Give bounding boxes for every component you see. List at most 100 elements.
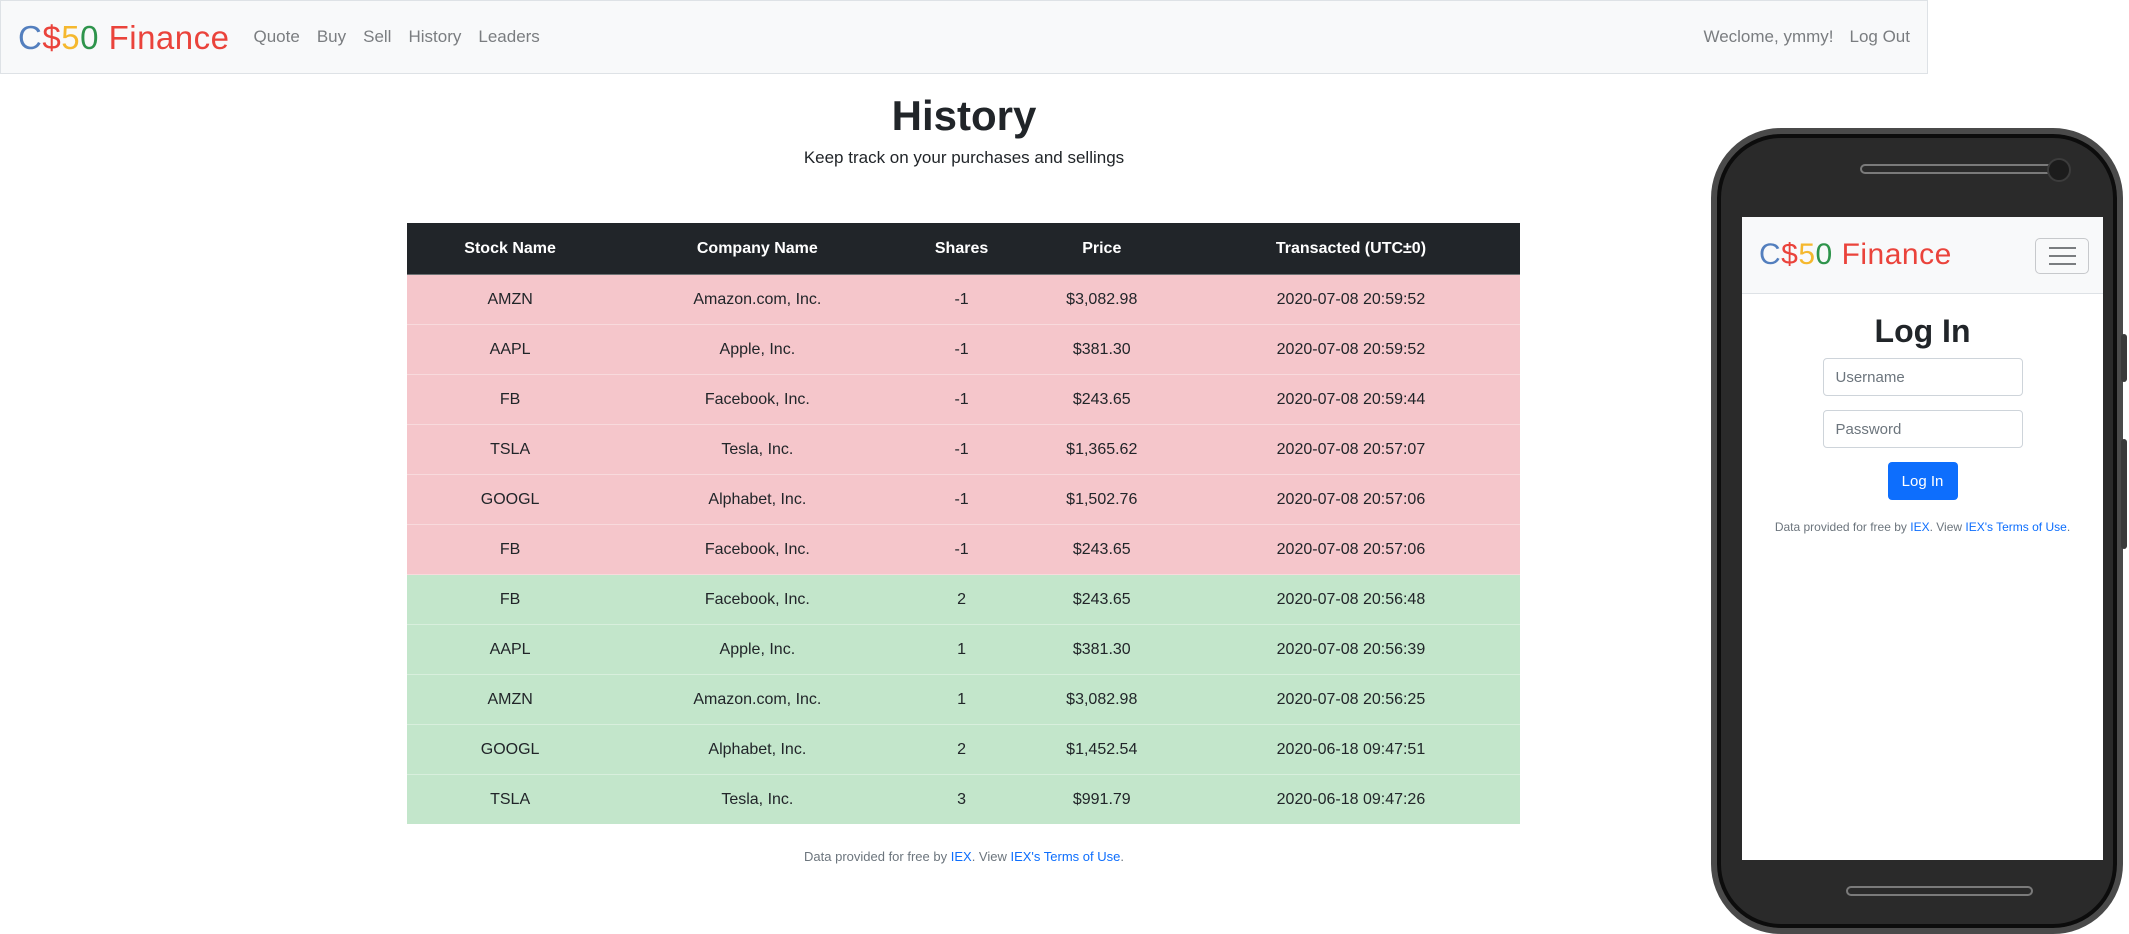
cell-transacted: 2020-07-08 20:59:44 [1181,374,1520,425]
brand-letter: $ [42,18,62,56]
attribution-prefix: Data provided for free by [804,849,951,864]
username-input[interactable] [1822,358,2023,396]
nav-links: Quote Buy Sell History Leaders [254,27,557,47]
nav-leaders[interactable]: Leaders [478,27,539,47]
phone-home-button [1846,886,2033,896]
nav-quote[interactable]: Quote [254,27,300,47]
cell-price: $243.65 [1021,524,1182,575]
cell-shares: 1 [901,624,1022,675]
header-shares: Shares [901,223,1022,275]
iex-link[interactable]: IEX [1910,520,1929,534]
cell-stock-name: FB [407,524,614,575]
cell-price: $381.30 [1021,324,1182,375]
phone-camera [2047,158,2071,182]
cell-shares: -1 [901,324,1022,375]
cell-transacted: 2020-07-08 20:57:06 [1181,474,1520,525]
page-title: History [891,92,1037,139]
table-body: AMZN Amazon.com, Inc. -1 $3,082.98 2020-07-0… [407,274,1520,824]
phone-side-button [2121,334,2127,382]
cell-stock-name: TSLA [407,424,614,475]
history-table: Stock Name Company Name Shares Price Tra… [407,223,1520,824]
password-input[interactable] [1822,410,2023,448]
brand-letter: Finance [1832,238,1952,271]
cell-price: $381.30 [1021,624,1182,675]
cell-company-name: Facebook, Inc. [613,574,902,625]
cell-stock-name: AAPL [407,624,614,675]
phone-mockup: C$50 Finance Log In Log In Data provided… [1711,128,2127,934]
table-row: FB Facebook, Inc. 2 $243.65 2020-07-08 20:56… [407,574,1520,625]
cell-stock-name: FB [407,374,614,425]
cell-stock-name: AAPL [407,324,614,375]
cell-company-name: Facebook, Inc. [613,374,902,425]
cell-transacted: 2020-07-08 20:59:52 [1181,274,1520,325]
attribution-suffix: . [1120,849,1124,864]
cell-shares: -1 [901,274,1022,325]
table-row: AMZN Amazon.com, Inc. 1 $3,082.98 2020-07-08… [407,674,1520,725]
header-price: Price [1021,223,1182,275]
header-transacted: Transacted (UTC±0) [1181,223,1520,275]
cell-transacted: 2020-07-08 20:59:52 [1181,324,1520,375]
attribution-middle: . View [1929,520,1966,534]
cell-transacted: 2020-07-08 20:57:07 [1181,424,1520,475]
login-button[interactable]: Log In [1887,462,1958,500]
cell-stock-name: GOOGL [407,724,614,775]
cell-company-name: Apple, Inc. [613,324,902,375]
cell-company-name: Alphabet, Inc. [613,724,902,775]
cell-price: $1,452.54 [1021,724,1182,775]
nav-sell[interactable]: Sell [363,27,391,47]
hamburger-line [2048,255,2076,257]
table-row: TSLA Tesla, Inc. -1 $1,365.62 2020-07-08 20:… [407,424,1520,475]
cell-stock-name: AMZN [407,674,614,725]
cell-shares: -1 [901,474,1022,525]
cell-price: $1,365.62 [1021,424,1182,475]
cell-shares: -1 [901,524,1022,575]
table-row: GOOGL Alphabet, Inc. 2 $1,452.54 2020-06-18 … [407,724,1520,775]
nav-history[interactable]: History [408,27,461,47]
nav-right: Weclome, ymmy! Log Out [1687,27,1910,47]
table-header-row: Stock Name Company Name Shares Price Tra… [407,223,1520,275]
brand-letter: 5 [1798,238,1816,271]
cell-transacted: 2020-07-08 20:56:48 [1181,574,1520,625]
mobile-brand-logo[interactable]: C$50 Finance [1759,240,1952,270]
cell-transacted: 2020-07-08 20:56:39 [1181,624,1520,675]
attribution-prefix: Data provided for free by [1774,520,1911,534]
nav-buy[interactable]: Buy [317,27,346,47]
cell-company-name: Alphabet, Inc. [613,474,902,525]
cell-company-name: Amazon.com, Inc. [613,674,902,725]
cell-shares: -1 [901,374,1022,425]
cell-transacted: 2020-07-08 20:56:25 [1181,674,1520,725]
logout-link[interactable]: Log Out [1850,27,1911,47]
cell-price: $243.65 [1021,574,1182,625]
cell-stock-name: AMZN [407,274,614,325]
cell-stock-name: GOOGL [407,474,614,525]
iex-terms-link[interactable]: IEX's Terms of Use [1965,520,2066,534]
iex-link[interactable]: IEX [951,849,972,864]
cell-price: $3,082.98 [1021,274,1182,325]
login-title: Log In [1874,313,1971,349]
cell-price: $243.65 [1021,374,1182,425]
brand-letter: 0 [80,18,99,56]
hamburger-line [2048,247,2076,249]
cell-transacted: 2020-07-08 20:57:06 [1181,524,1520,575]
mobile-data-attribution: Data provided for free by IEX. View IEX'… [1742,520,2103,534]
hamburger-menu-icon[interactable] [2035,238,2089,274]
header-stock-name: Stock Name [407,223,614,275]
brand-logo[interactable]: C$50 Finance [18,21,230,54]
attribution-suffix: . [2066,520,2071,534]
cell-price: $3,082.98 [1021,674,1182,725]
navbar: C$50 Finance Quote Buy Sell History Lead… [0,0,1928,74]
table-row: FB Facebook, Inc. -1 $243.65 2020-07-08 20:5… [407,524,1520,575]
table-row: FB Facebook, Inc. -1 $243.65 2020-07-08 20:5… [407,374,1520,425]
cell-shares: 3 [901,774,1022,824]
cell-shares: -1 [901,424,1022,475]
cell-stock-name: FB [407,574,614,625]
attribution-middle: . View [971,849,1011,864]
cell-shares: 2 [901,724,1022,775]
iex-terms-link[interactable]: IEX's Terms of Use [1010,849,1120,864]
table-row: AAPL Apple, Inc. -1 $381.30 2020-07-08 20:59… [407,324,1520,375]
cell-shares: 2 [901,574,1022,625]
brand-letter: C [18,18,43,56]
cell-company-name: Apple, Inc. [613,624,902,675]
cell-transacted: 2020-06-18 09:47:26 [1181,774,1520,824]
cell-company-name: Amazon.com, Inc. [613,274,902,325]
